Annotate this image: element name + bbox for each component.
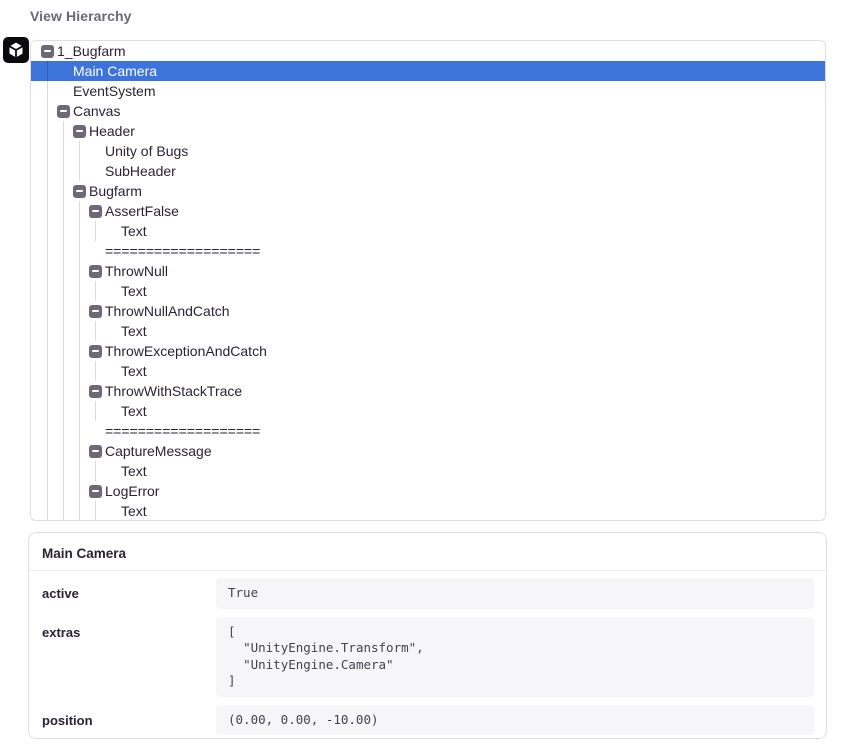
field-label: active — [41, 578, 216, 609]
collapse-icon[interactable] — [89, 385, 102, 398]
tree-row[interactable]: Text — [31, 221, 825, 241]
details-fields: activeTrueextras[ "UnityEngine.Transform… — [29, 571, 826, 739]
unity-logo-icon — [7, 41, 25, 59]
selected-node-title: Main Camera — [42, 546, 813, 561]
tree-row[interactable]: ThrowNull — [31, 261, 825, 281]
tree-node-label: ThrowNullAndCatch — [105, 303, 230, 319]
tree-node-label: Unity of Bugs — [105, 143, 188, 159]
tree-row[interactable]: =================== — [31, 421, 825, 441]
field-row: position(0.00, 0.00, -10.00) — [41, 705, 814, 736]
field-label: position — [41, 705, 216, 736]
tree-row[interactable]: ThrowWithStackTrace — [31, 381, 825, 401]
tree-node-label: EventSystem — [73, 83, 155, 99]
tree-node-label: AssertFalse — [105, 203, 179, 219]
unity-platform-badge — [3, 37, 29, 63]
tree-node-label: Bugfarm — [89, 183, 142, 199]
tree-row[interactable]: Bugfarm — [31, 181, 825, 201]
tree-node-label: CaptureMessage — [105, 443, 212, 459]
tree-row[interactable]: Main Camera — [31, 61, 825, 81]
collapse-icon[interactable] — [89, 305, 102, 318]
tree-row[interactable]: 1_Bugfarm — [31, 41, 825, 61]
tree-node-label: Canvas — [73, 103, 120, 119]
collapse-icon[interactable] — [89, 445, 102, 458]
tree-row[interactable]: Header — [31, 121, 825, 141]
tree-row[interactable]: Text — [31, 281, 825, 301]
tree-row[interactable]: =================== — [31, 241, 825, 261]
tree-row[interactable]: Text — [31, 401, 825, 421]
page-title: View Hierarchy — [30, 8, 132, 24]
view-hierarchy-page: View Hierarchy 1_Bugfarm Main Camera Event… — [0, 0, 855, 750]
tree-rows: 1_Bugfarm Main Camera EventSystem Canvas Hea… — [31, 41, 825, 521]
tree-node-label: ThrowNull — [105, 263, 168, 279]
tree-row[interactable]: EventSystem — [31, 81, 825, 101]
tree-row[interactable]: Text — [31, 361, 825, 381]
field-value: True — [216, 578, 814, 609]
tree-node-label: Text — [121, 363, 147, 379]
tree-row[interactable]: ThrowNullAndCatch — [31, 301, 825, 321]
details-header: Main Camera — [29, 533, 826, 571]
field-row: extras[ "UnityEngine.Transform", "UnityE… — [41, 617, 814, 697]
tree-node-label: Text — [121, 283, 147, 299]
tree-row[interactable]: ThrowExceptionAndCatch — [31, 341, 825, 361]
collapse-icon[interactable] — [89, 485, 102, 498]
field-value: [ "UnityEngine.Transform", "UnityEngine.… — [216, 617, 814, 697]
field-value: (0.00, 0.00, -10.00) — [216, 705, 814, 736]
field-label: extras — [41, 617, 216, 697]
collapse-icon[interactable] — [73, 185, 86, 198]
tree-node-label: Text — [121, 463, 147, 479]
collapse-icon[interactable] — [89, 265, 102, 278]
tree-node-label: Header — [89, 123, 135, 139]
tree-node-label: =================== — [105, 243, 260, 259]
collapse-icon[interactable] — [57, 105, 70, 118]
tree-node-label: =================== — [105, 423, 260, 439]
tree-node-label: Text — [121, 323, 147, 339]
tree-node-label: Main Camera — [73, 63, 157, 79]
collapse-icon[interactable] — [73, 125, 86, 138]
tree-row[interactable]: LogError — [31, 481, 825, 501]
tree-node-label: Text — [121, 403, 147, 419]
tree-row[interactable]: Canvas — [31, 101, 825, 121]
tree-row[interactable]: CaptureMessage — [31, 441, 825, 461]
tree-node-label: Text — [121, 223, 147, 239]
hierarchy-tree-panel[interactable]: 1_Bugfarm Main Camera EventSystem Canvas Hea… — [30, 40, 826, 521]
tree-node-label: 1_Bugfarm — [57, 43, 125, 59]
tree-inner: 1_Bugfarm Main Camera EventSystem Canvas Hea… — [31, 41, 825, 520]
tree-row[interactable]: Text — [31, 321, 825, 341]
tree-node-label: LogError — [105, 483, 159, 499]
collapse-icon[interactable] — [89, 205, 102, 218]
tree-node-label: ThrowExceptionAndCatch — [105, 343, 267, 359]
collapse-icon[interactable] — [89, 345, 102, 358]
tree-node-label: SubHeader — [105, 163, 176, 179]
tree-row[interactable]: AssertFalse — [31, 201, 825, 221]
tree-node-label: ThrowWithStackTrace — [105, 383, 242, 399]
node-details-panel: Main Camera activeTrueextras[ "UnityEngi… — [28, 532, 827, 739]
tree-row[interactable]: SubHeader — [31, 161, 825, 181]
tree-row[interactable]: Text — [31, 461, 825, 481]
tree-row[interactable]: Unity of Bugs — [31, 141, 825, 161]
tree-row[interactable]: Text — [31, 501, 825, 521]
field-row: activeTrue — [41, 578, 814, 609]
collapse-icon[interactable] — [41, 45, 54, 58]
tree-node-label: Text — [121, 503, 147, 519]
